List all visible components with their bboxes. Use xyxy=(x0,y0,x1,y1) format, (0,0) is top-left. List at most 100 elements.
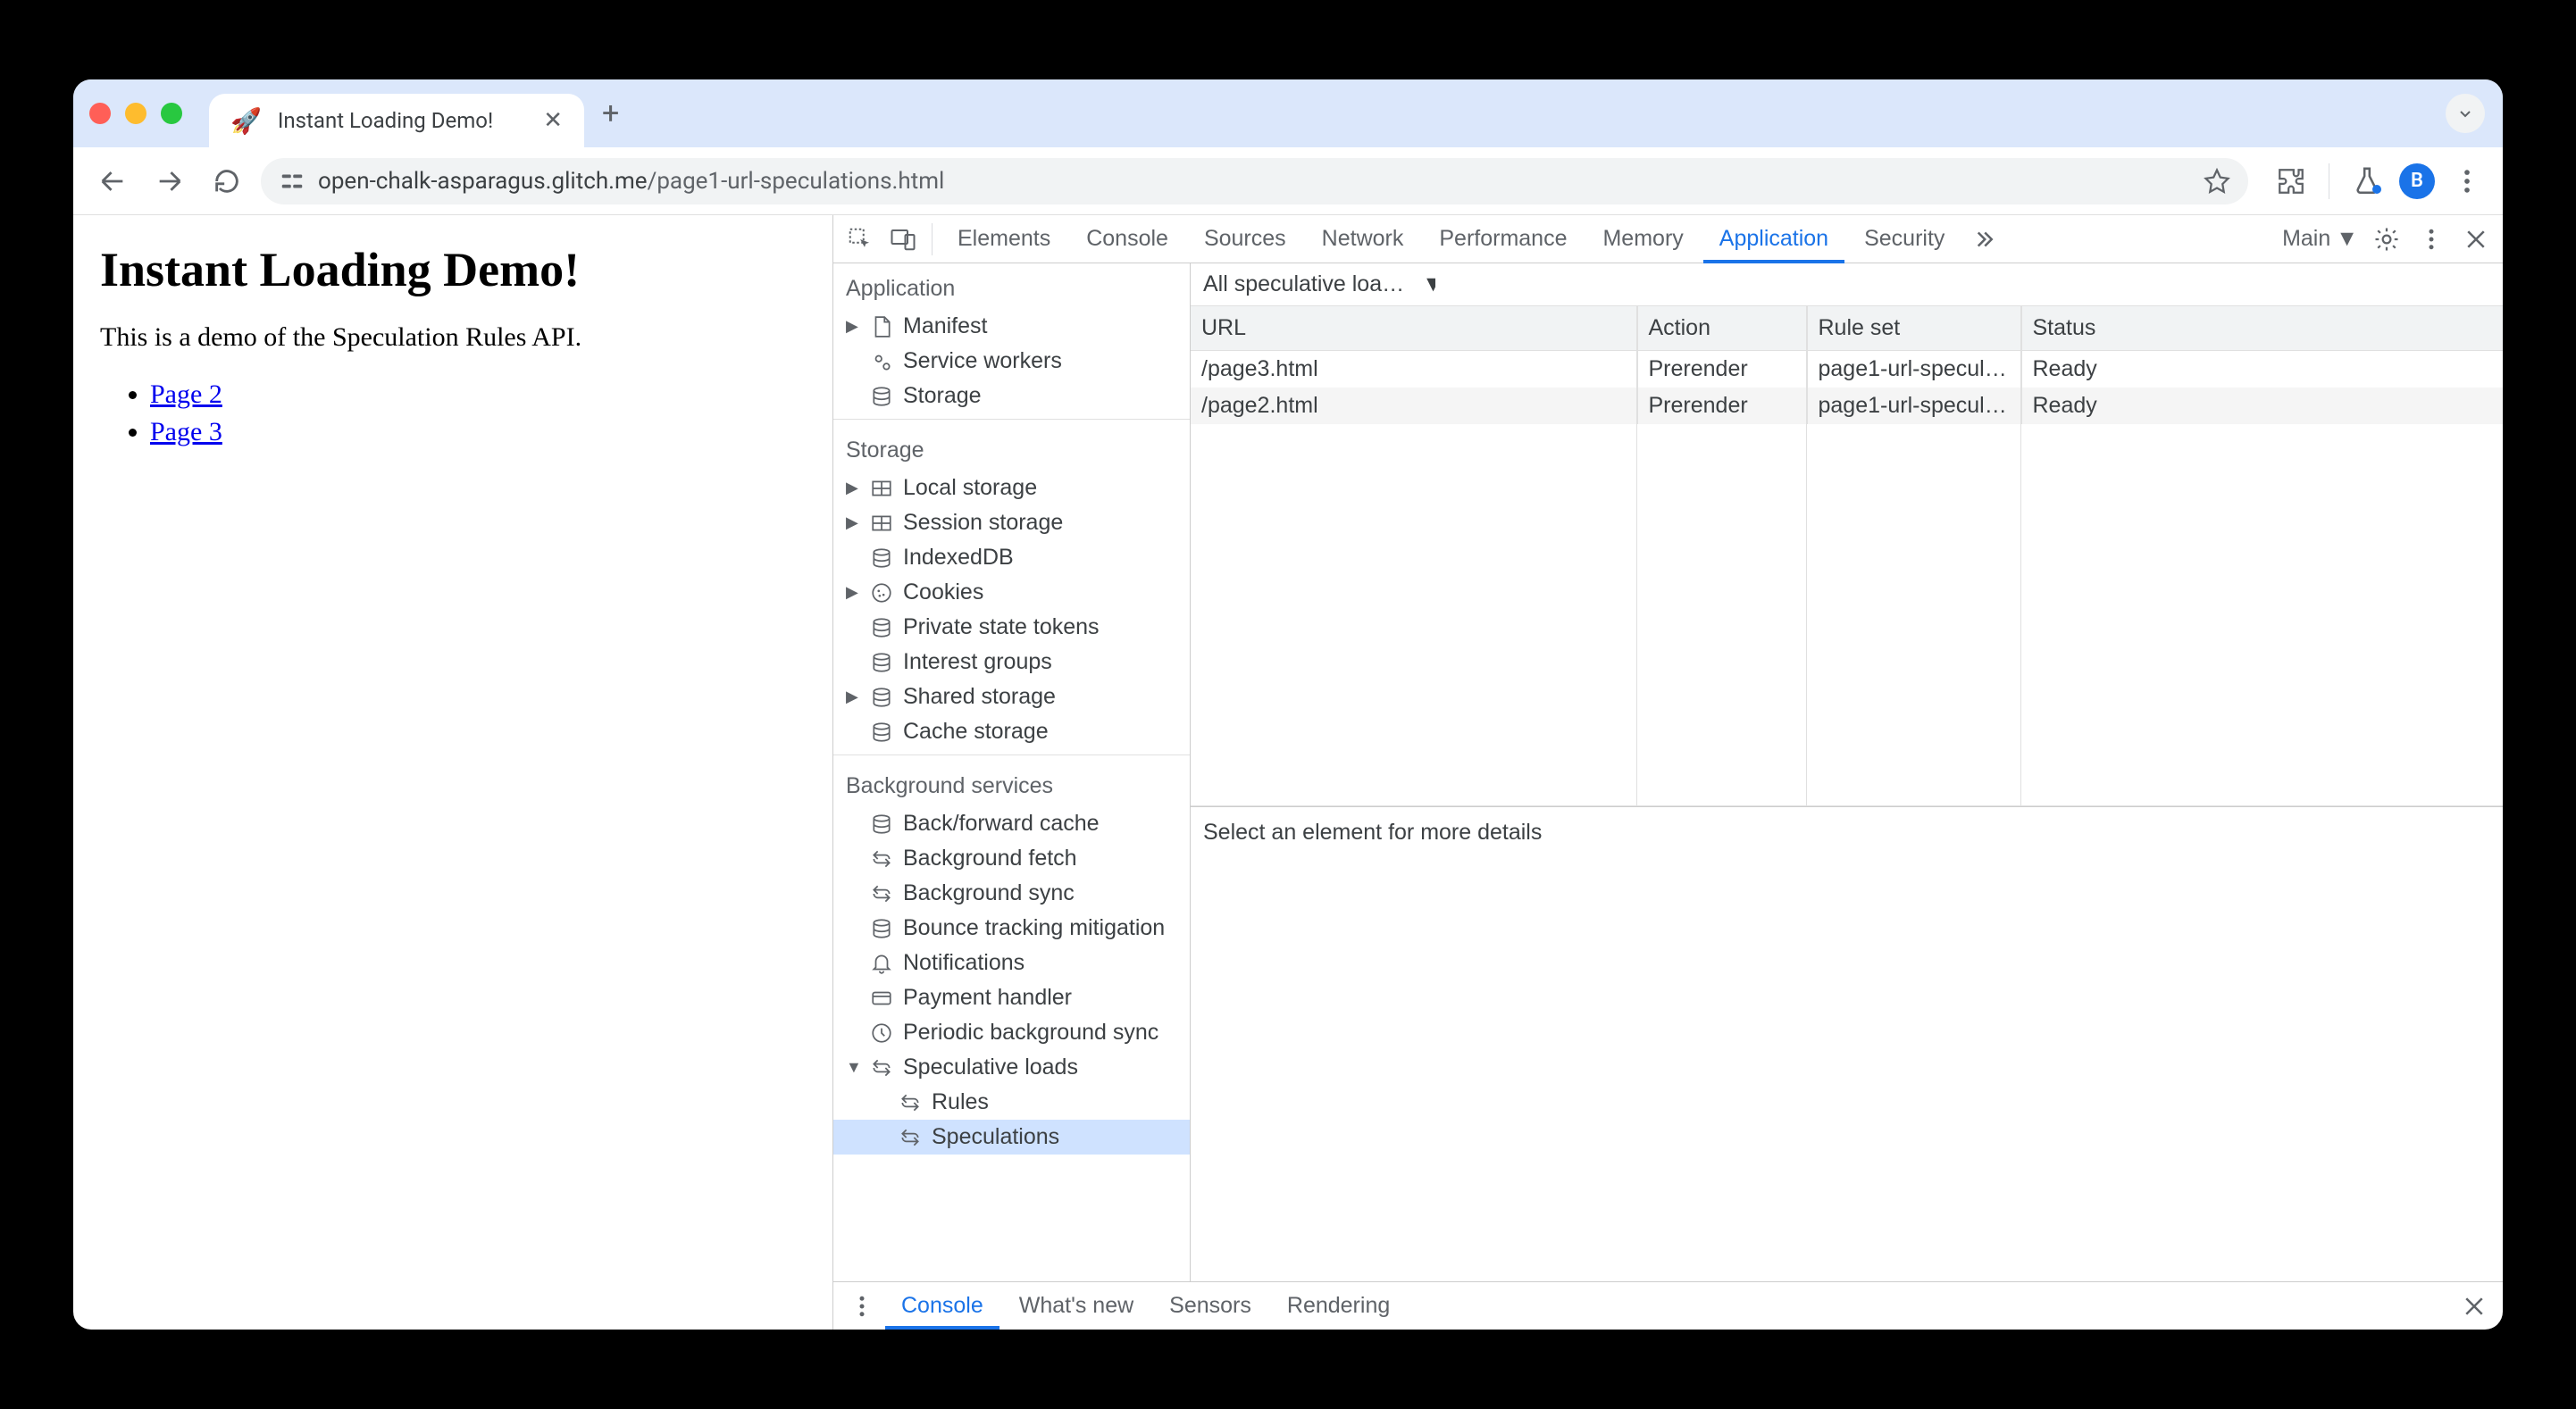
col-status[interactable]: Status xyxy=(2021,306,2503,351)
devtools-main: Application▶ManifestService workersStora… xyxy=(833,263,2503,1281)
page-link[interactable]: Page 2 xyxy=(150,379,222,409)
sidebar-item[interactable]: ▼Speculative loads xyxy=(833,1050,1190,1085)
sidebar-item-label: Cache storage xyxy=(903,719,1049,745)
tab-elements[interactable]: Elements xyxy=(941,215,1066,263)
cookie-icon xyxy=(869,580,894,605)
close-icon xyxy=(2461,1293,2488,1320)
forward-button[interactable] xyxy=(146,158,193,204)
sidebar-item-label: Notifications xyxy=(903,950,1025,976)
window-close[interactable] xyxy=(89,103,111,124)
sidebar-item[interactable]: Interest groups xyxy=(833,645,1190,679)
page-link[interactable]: Page 3 xyxy=(150,417,222,446)
sync-icon xyxy=(898,1090,923,1115)
sidebar-item[interactable]: Cache storage xyxy=(833,714,1190,749)
tab-performance[interactable]: Performance xyxy=(1423,215,1583,263)
sidebar-item[interactable]: ▶Local storage xyxy=(833,471,1190,505)
window-minimize[interactable] xyxy=(125,103,146,124)
devtools-close[interactable] xyxy=(2456,220,2496,259)
cell-url: /page3.html xyxy=(1191,351,1637,388)
filter-dropdown[interactable]: All speculative loa… ▼ xyxy=(1203,271,1435,297)
notification-dot xyxy=(2372,185,2381,194)
grid-icon xyxy=(869,476,894,501)
db-icon xyxy=(869,384,894,409)
sidebar-item[interactable]: Bounce tracking mitigation xyxy=(833,911,1190,946)
devtools-tabs: Elements Console Sources Network Perform… xyxy=(833,215,2503,263)
sidebar-item-label: Service workers xyxy=(903,348,1062,374)
page-heading: Instant Loading Demo! xyxy=(100,242,806,297)
db-icon xyxy=(869,685,894,710)
db-icon xyxy=(869,812,894,837)
tab-strip: 🚀 Instant Loading Demo! ✕ + xyxy=(73,79,2503,147)
cell-ruleset: page1-url-specul… xyxy=(1807,351,2021,388)
sidebar-item[interactable]: Rules xyxy=(833,1085,1190,1120)
extensions-button[interactable] xyxy=(2271,162,2311,201)
sidebar-item[interactable]: ▶Cookies xyxy=(833,575,1190,610)
sidebar-item[interactable]: ▶Shared storage xyxy=(833,679,1190,714)
tabs-dropdown[interactable] xyxy=(2446,94,2485,133)
speculations-table-wrap: URL Action Rule set Status /page3.htmlPr… xyxy=(1191,306,2503,806)
sidebar-item[interactable]: ▶Manifest xyxy=(833,309,1190,344)
chrome-menu[interactable] xyxy=(2447,162,2487,201)
devtools-menu[interactable] xyxy=(2412,220,2451,259)
db-icon xyxy=(869,650,894,675)
sidebar-item-label: IndexedDB xyxy=(903,545,1014,571)
reload-button[interactable] xyxy=(204,158,250,204)
traffic-lights xyxy=(89,103,182,124)
caret-icon: ▶ xyxy=(846,513,860,532)
sidebar-item[interactable]: Back/forward cache xyxy=(833,806,1190,841)
sync-icon xyxy=(869,881,894,906)
sidebar-item-label: Storage xyxy=(903,383,982,409)
address-bar[interactable]: open-chalk-asparagus.glitch.me/page1-url… xyxy=(261,158,2248,204)
close-icon[interactable]: ✕ xyxy=(543,107,563,134)
cell-status: Ready xyxy=(2021,351,2503,388)
site-settings-icon[interactable] xyxy=(279,168,305,195)
sidebar-item[interactable]: IndexedDB xyxy=(833,540,1190,575)
sidebar-item[interactable]: Payment handler xyxy=(833,980,1190,1015)
card-icon xyxy=(869,986,894,1011)
col-ruleset[interactable]: Rule set xyxy=(1807,306,2021,351)
inspect-button[interactable] xyxy=(841,220,880,259)
sidebar-item-label: Interest groups xyxy=(903,649,1052,675)
more-tabs[interactable] xyxy=(1964,220,2003,259)
profile-avatar[interactable]: B xyxy=(2399,163,2435,199)
sidebar-item-label: Manifest xyxy=(903,313,987,339)
tab-network[interactable]: Network xyxy=(1306,215,1420,263)
tab-security[interactable]: Security xyxy=(1848,215,1961,263)
sidebar-item-label: Bounce tracking mitigation xyxy=(903,915,1165,941)
sidebar-group-title: Application xyxy=(833,263,1190,309)
drawer-tab-rendering[interactable]: Rendering xyxy=(1271,1282,1406,1330)
sidebar-item[interactable]: Speculations xyxy=(833,1120,1190,1155)
drawer-menu[interactable] xyxy=(842,1287,882,1326)
table-row[interactable]: /page3.htmlPrerenderpage1-url-specul…Rea… xyxy=(1191,351,2503,388)
devtools-settings[interactable] xyxy=(2367,220,2406,259)
drawer-close[interactable] xyxy=(2455,1287,2494,1326)
sidebar-item[interactable]: Service workers xyxy=(833,344,1190,379)
drawer-tab-whatsnew[interactable]: What's new xyxy=(1003,1282,1150,1330)
sidebar-item[interactable]: Storage xyxy=(833,379,1190,413)
db-icon xyxy=(869,615,894,640)
col-url[interactable]: URL xyxy=(1191,306,1637,351)
sidebar-item-label: Shared storage xyxy=(903,684,1056,710)
tab-sources[interactable]: Sources xyxy=(1188,215,1302,263)
sidebar-item[interactable]: Notifications xyxy=(833,946,1190,980)
col-action[interactable]: Action xyxy=(1637,306,1807,351)
browser-tab[interactable]: 🚀 Instant Loading Demo! ✕ xyxy=(209,94,584,147)
tab-console[interactable]: Console xyxy=(1070,215,1184,263)
sidebar-item[interactable]: Periodic background sync xyxy=(833,1015,1190,1050)
new-tab-button[interactable]: + xyxy=(602,96,619,131)
tab-application[interactable]: Application xyxy=(1703,215,1844,263)
device-toggle[interactable] xyxy=(883,220,923,259)
back-button[interactable] xyxy=(89,158,136,204)
drawer-tab-console[interactable]: Console xyxy=(885,1282,999,1330)
window-maximize[interactable] xyxy=(161,103,182,124)
table-row[interactable]: /page2.htmlPrerenderpage1-url-specul…Rea… xyxy=(1191,388,2503,424)
sidebar-item[interactable]: Background sync xyxy=(833,876,1190,911)
tab-memory[interactable]: Memory xyxy=(1586,215,1699,263)
sidebar-item[interactable]: Private state tokens xyxy=(833,610,1190,645)
drawer-tab-sensors[interactable]: Sensors xyxy=(1153,1282,1267,1330)
target-selector[interactable]: Main ▼ xyxy=(2266,226,2362,252)
experiments-button[interactable] xyxy=(2347,162,2387,201)
sidebar-item[interactable]: Background fetch xyxy=(833,841,1190,876)
bookmark-star-icon[interactable] xyxy=(2204,168,2230,195)
sidebar-item[interactable]: ▶Session storage xyxy=(833,505,1190,540)
